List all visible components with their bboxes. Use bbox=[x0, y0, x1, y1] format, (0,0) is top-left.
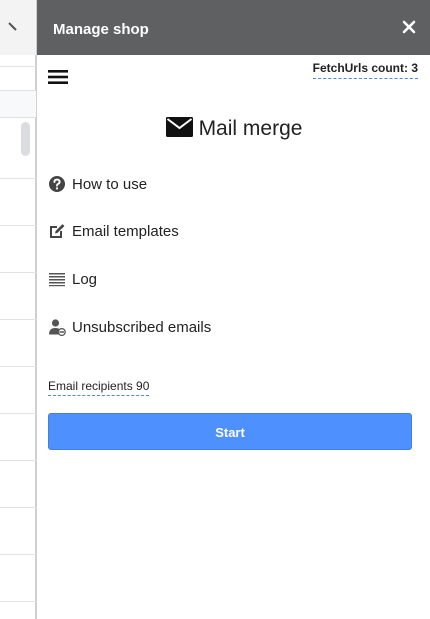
panel-title: Manage shop bbox=[53, 21, 149, 38]
grid-line bbox=[0, 601, 36, 602]
scrollbar-thumb[interactable] bbox=[21, 122, 30, 156]
envelope-icon bbox=[165, 117, 193, 137]
nav-item-unsubscribed-emails[interactable]: Unsubscribed emails bbox=[48, 316, 211, 338]
help-circle-icon bbox=[49, 176, 65, 192]
collapse-caret-icon[interactable] bbox=[6, 20, 20, 34]
fetch-urls-count[interactable]: FetchUrls count: 3 bbox=[312, 61, 418, 79]
close-icon[interactable] bbox=[401, 19, 417, 35]
grid-line bbox=[0, 225, 36, 226]
grid-line bbox=[0, 319, 36, 320]
grid-line bbox=[0, 272, 36, 273]
grid-line bbox=[0, 66, 36, 67]
grid-line bbox=[0, 460, 36, 461]
grid-line bbox=[0, 178, 36, 179]
list-lines-icon bbox=[49, 273, 65, 287]
spreadsheet-background bbox=[0, 0, 36, 619]
spreadsheet-toolbar bbox=[0, 0, 36, 55]
grid-line bbox=[0, 366, 36, 367]
nav-item-label: Email templates bbox=[72, 222, 179, 240]
app-title-text: Mail merge bbox=[198, 117, 303, 140]
nav-item-log[interactable]: Log bbox=[48, 268, 97, 290]
nav-item-label: Unsubscribed emails bbox=[72, 318, 212, 336]
grid-line bbox=[0, 554, 36, 555]
nav-item-label: How to use bbox=[72, 175, 148, 193]
nav-item-email-templates[interactable]: Email templates bbox=[48, 220, 179, 242]
panel-header: Manage shop bbox=[37, 0, 430, 55]
grid-line bbox=[0, 413, 36, 414]
app-title: Mail merge bbox=[37, 117, 430, 141]
start-button[interactable]: Start bbox=[48, 413, 412, 450]
column-header bbox=[0, 90, 36, 118]
edit-square-icon bbox=[50, 224, 65, 238]
nav-item-how-to-use[interactable]: How to use bbox=[48, 173, 147, 195]
hamburger-menu-icon[interactable] bbox=[48, 69, 68, 85]
nav-item-label: Log bbox=[72, 270, 98, 288]
email-recipients-count[interactable]: Email recipients 90 bbox=[48, 379, 150, 396]
grid-line bbox=[0, 507, 36, 508]
user-blocked-icon bbox=[49, 319, 66, 336]
sidebar-panel: Manage shop FetchUrls count: 3 Mail merg… bbox=[36, 0, 430, 619]
